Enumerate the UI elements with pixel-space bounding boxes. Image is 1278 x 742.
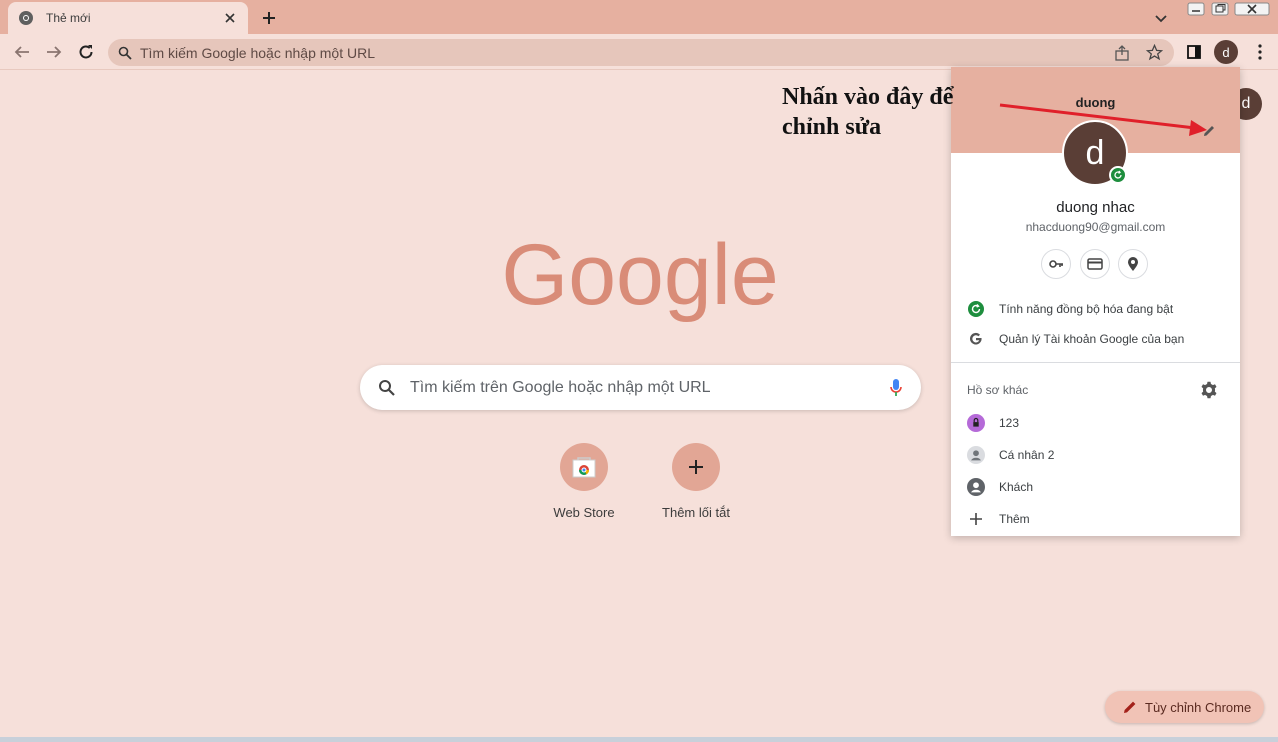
sync-badge-icon [1109,166,1127,184]
close-tab-icon[interactable] [222,10,238,26]
web-store-icon [560,443,608,491]
minimize-icon[interactable] [1184,0,1208,18]
forward-arrow-icon[interactable] [44,42,64,62]
search-icon [379,379,395,396]
annotation-line-2: chỉnh sửa [782,114,882,140]
more-menu-icon[interactable] [1250,42,1270,62]
browser-toolbar: Tìm kiếm Google hoặc nhập một URL d [0,34,1278,70]
shortcut-label: Thêm lối tắt [662,505,730,520]
plus-icon [672,443,720,491]
person-icon [967,446,985,464]
sync-status-item[interactable]: Tính năng đồng bộ hóa đang bật [951,295,1240,323]
passwords-key-icon[interactable] [1041,249,1071,279]
sync-on-icon [967,300,985,318]
back-arrow-icon[interactable] [12,42,32,62]
manage-google-account-item[interactable]: Quản lý Tài khoản Google của bạn [951,325,1240,353]
customize-chrome-button[interactable]: Tùy chỉnh Chrome [1105,691,1264,723]
pencil-icon [1124,701,1136,713]
add-profile-label: Thêm [999,512,1030,526]
profile-item-personal-2[interactable]: Cá nhân 2 [951,441,1240,469]
tutorial-annotation: Nhấn vào đây để chỉnh sửa [782,82,953,142]
tab-title: Thẻ mới [46,11,91,25]
customize-chrome-label: Tùy chỉnh Chrome [1145,699,1252,715]
other-profiles-title: Hồ sơ khác [967,383,1029,397]
google-g-icon [967,330,985,348]
profile-label-123: 123 [999,416,1020,430]
tab-strip: Thẻ mới [0,0,1278,34]
annotation-arrow-icon [999,103,1207,136]
os-taskbar [0,737,1278,742]
ntp-search-placeholder: Tìm kiếm trên Google hoặc nhập một URL [410,378,711,396]
profile-label-personal-2: Cá nhân 2 [999,448,1055,462]
profile-avatar-button[interactable]: d [1214,40,1238,64]
microphone-icon[interactable] [889,378,903,398]
address-bar-placeholder: Tìm kiếm Google hoặc nhập một URL [140,44,375,61]
profile-item-guest[interactable]: Khách [951,473,1240,501]
shortcut-add[interactable]: Thêm lối tắt [646,443,746,520]
reload-icon[interactable] [76,42,96,62]
restore-icon[interactable] [1208,0,1232,18]
panel-divider [951,362,1240,363]
add-profile-item[interactable]: Thêm [951,505,1240,533]
address-location-icon[interactable] [1118,249,1148,279]
guest-icon [967,478,985,496]
profile-label-guest: Khách [999,480,1034,494]
search-icon [118,46,132,60]
google-logo-text: Google [501,227,778,323]
profile-full-name: duong nhac [1056,199,1135,216]
manage-account-label: Quản lý Tài khoản Google của bạn [999,332,1185,346]
annotation-line-1: Nhấn vào đây để [782,84,954,110]
plus-icon [967,510,985,528]
profile-lock-icon [967,414,985,432]
shortcut-web-store[interactable]: Web Store [534,443,634,520]
shortcut-label: Web Store [553,505,615,520]
profile-item-123[interactable]: 123 [951,409,1240,437]
payment-card-icon[interactable] [1080,249,1110,279]
profile-email: nhacduong90@gmail.com [1025,220,1166,234]
google-logo: Google [501,227,778,323]
gear-icon[interactable] [1200,381,1218,399]
address-bar[interactable]: Tìm kiếm Google hoặc nhập một URL [108,39,1174,66]
close-window-icon[interactable] [1232,0,1272,18]
chrome-icon [19,11,33,25]
new-tab-button[interactable] [258,7,280,29]
ntp-search-box[interactable]: Tìm kiếm trên Google hoặc nhập một URL [360,365,921,410]
share-icon[interactable] [1114,45,1130,61]
tab-new-tab[interactable]: Thẻ mới [8,2,248,34]
side-panel-icon[interactable] [1184,42,1204,62]
bookmark-star-icon[interactable] [1146,44,1163,61]
tab-search-chevron-icon[interactable] [1151,8,1171,28]
sync-status-label: Tính năng đồng bộ hóa đang bật [999,302,1174,316]
